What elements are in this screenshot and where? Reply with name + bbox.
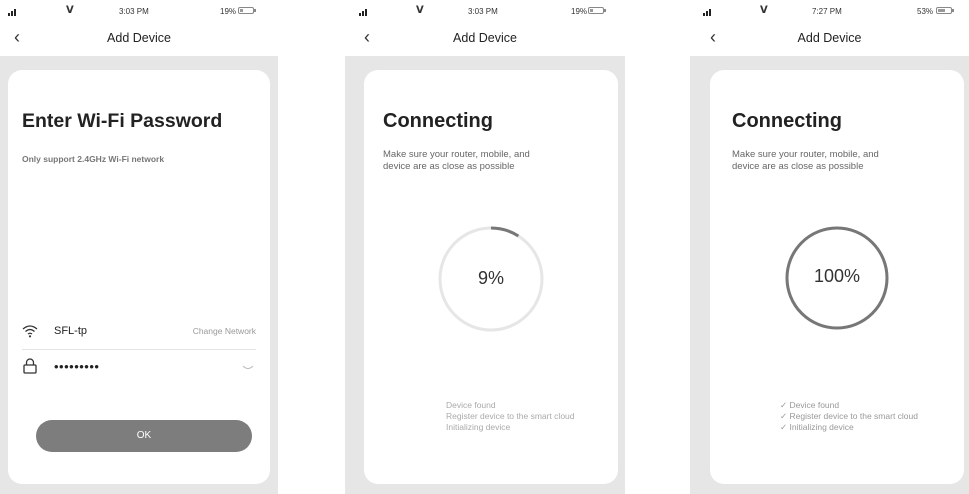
connecting-card: Connecting Make sure your router, mobile… — [710, 70, 964, 484]
connecting-card: Connecting Make sure your router, mobile… — [364, 70, 618, 484]
battery-percent: 19% — [220, 7, 237, 16]
ok-button[interactable]: OK — [36, 420, 252, 452]
proximity-hint-line: device are as close as possible — [383, 161, 515, 172]
nav-title: Add Device — [453, 31, 517, 45]
nav-bar: ‹ Add Device — [690, 26, 969, 50]
progress-ring-container: 9% — [437, 225, 545, 333]
step-device-found: ✓ Device found — [780, 400, 840, 410]
change-network-link[interactable]: Change Network — [193, 326, 256, 336]
status-bar: 𝗩 7:27 PM 53% — [690, 4, 969, 20]
screen-enter-wifi-password: 𝗩 3:03 PM 19% ‹ Add Device Enter Wi-Fi P… — [0, 0, 278, 494]
step-register-cloud: Register device to the smart cloud — [446, 411, 575, 421]
wifi-icon: 𝗩 — [416, 5, 424, 16]
signal-bars-icon — [8, 8, 16, 16]
nav-bar: ‹ Add Device — [0, 26, 278, 50]
page-title: Connecting — [383, 110, 493, 132]
step-initializing: ✓ Initializing device — [780, 422, 854, 432]
status-bar: 𝗩 3:03 PM 19% — [0, 4, 278, 20]
screen-connecting-9: 𝗩 3:03 PM 19% ‹ Add Device Connecting Ma… — [345, 0, 625, 494]
proximity-hint-line: Make sure your router, mobile, and — [383, 149, 530, 160]
wifi-icon: 𝗩 — [66, 5, 74, 16]
connection-steps: Device found Register device to the smar… — [446, 400, 575, 433]
wifi-network-row[interactable]: SFL-tp Change Network — [22, 320, 256, 342]
divider — [22, 349, 256, 350]
nav-title: Add Device — [107, 31, 171, 45]
proximity-hint-line: Make sure your router, mobile, and — [732, 149, 879, 160]
password-input[interactable]: ••••••••• — [54, 359, 99, 374]
network-name: SFL-tp — [54, 325, 88, 337]
status-time: 3:03 PM — [119, 7, 149, 16]
proximity-hint: Make sure your router, mobile, and devic… — [383, 149, 530, 173]
proximity-hint-line: device are as close as possible — [732, 161, 864, 172]
progress-percent: 9% — [477, 268, 504, 288]
progress-ring-container: 100% — [784, 225, 890, 331]
step-register-cloud: ✓ Register device to the smart cloud — [780, 411, 918, 421]
eye-closed-icon[interactable] — [242, 365, 254, 371]
wifi-icon: 𝗩 — [760, 5, 768, 16]
status-time: 3:03 PM — [468, 7, 498, 16]
nav-bar: ‹ Add Device — [345, 26, 625, 50]
screen-connecting-100: 𝗩 7:27 PM 53% ‹ Add Device Connecting Ma… — [690, 0, 969, 494]
status-bar: 𝗩 3:03 PM 19% — [345, 4, 625, 20]
battery-percent: 53% — [917, 7, 934, 16]
battery-icon — [936, 7, 954, 14]
lock-icon — [23, 358, 37, 374]
connection-steps: ✓ Device found ✓ Register device to the … — [780, 400, 918, 433]
battery-icon — [588, 7, 606, 14]
progress-percent: 100% — [813, 266, 861, 286]
battery-icon — [238, 7, 256, 14]
step-device-found: Device found — [446, 400, 496, 410]
battery-percent: 19% — [571, 7, 588, 16]
step-initializing: Initializing device — [446, 422, 511, 432]
signal-bars-icon — [703, 8, 711, 16]
proximity-hint: Make sure your router, mobile, and devic… — [732, 149, 879, 173]
status-time: 7:27 PM — [812, 7, 842, 16]
page-title: Enter Wi-Fi Password — [22, 110, 223, 132]
wifi-support-note: Only support 2.4GHz Wi-Fi network — [22, 154, 165, 164]
nav-title: Add Device — [797, 31, 862, 45]
wifi-icon — [22, 325, 38, 338]
password-row[interactable]: ••••••••• — [22, 356, 256, 378]
signal-bars-icon — [359, 8, 367, 16]
page-title: Connecting — [732, 110, 842, 132]
wifi-password-card: Enter Wi-Fi Password Only support 2.4GHz… — [8, 70, 270, 484]
